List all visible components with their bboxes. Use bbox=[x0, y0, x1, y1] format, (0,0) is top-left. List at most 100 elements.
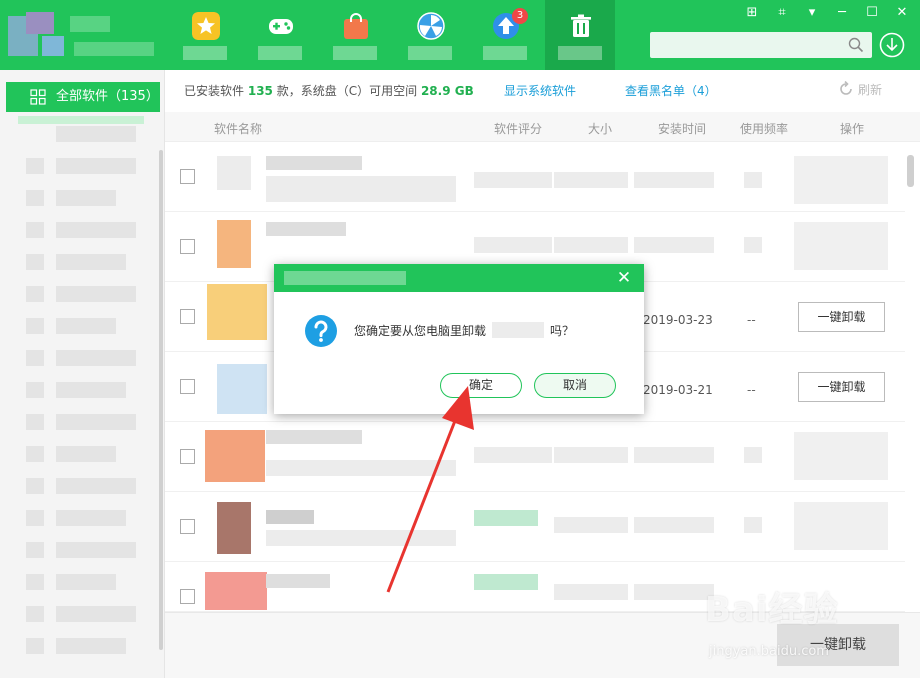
app-date bbox=[634, 172, 714, 188]
row-checkbox[interactable] bbox=[180, 449, 195, 464]
app-rating bbox=[474, 574, 538, 590]
watermark-main: Bai经验 bbox=[705, 590, 839, 630]
view-blacklist-link[interactable]: 查看黑名单（4） bbox=[625, 82, 717, 99]
uninstall-button[interactable]: 一键卸载 bbox=[798, 372, 885, 402]
install-summary: 已安装软件 135 款，系统盘（C）可用空间 28.9 GB bbox=[184, 84, 474, 98]
app-rating bbox=[474, 172, 552, 188]
app-rating bbox=[474, 237, 552, 253]
app-icon bbox=[205, 572, 267, 610]
col-action: 操作 bbox=[840, 122, 865, 136]
app-size bbox=[554, 584, 628, 600]
cancel-button[interactable]: 取消 bbox=[534, 373, 616, 398]
col-rating[interactable]: 软件评分 bbox=[494, 120, 542, 137]
close-window-icon[interactable]: ✕ bbox=[892, 4, 912, 22]
nav-label bbox=[558, 46, 602, 60]
question-icon bbox=[305, 315, 337, 347]
app-icon bbox=[217, 220, 251, 268]
app-freq bbox=[744, 517, 762, 533]
update-count-badge: 3 bbox=[512, 8, 528, 24]
sidebar-item-label: 全部软件（135） bbox=[56, 89, 159, 104]
app-icon bbox=[207, 284, 267, 340]
row-action[interactable] bbox=[794, 222, 888, 270]
gamepad-icon bbox=[269, 19, 293, 34]
skin-icon[interactable]: ⊞ bbox=[742, 4, 762, 22]
col-name[interactable]: 软件名称 bbox=[214, 120, 262, 137]
close-icon[interactable]: ✕ bbox=[614, 268, 634, 288]
app-icon bbox=[217, 156, 251, 190]
app-icon bbox=[217, 502, 251, 554]
dialog-header: ✕ bbox=[274, 264, 644, 292]
watermark-url: jingyan.baidu.com bbox=[709, 644, 829, 659]
nav-uninstall[interactable] bbox=[545, 0, 615, 70]
uninstall-button[interactable]: 一键卸载 bbox=[798, 302, 885, 332]
shopping-bag-icon bbox=[344, 13, 368, 39]
dialog-message: 您确定要从您电脑里卸载 吗？ bbox=[354, 322, 575, 338]
trash-icon bbox=[571, 14, 591, 37]
app-icon bbox=[205, 430, 265, 482]
download-icon[interactable] bbox=[879, 32, 905, 58]
app-rating bbox=[474, 510, 538, 526]
free-space: 28.9 GB bbox=[420, 84, 474, 98]
app-freq bbox=[744, 447, 762, 463]
app-rating bbox=[474, 447, 552, 463]
table-row bbox=[165, 142, 905, 212]
nav-recommend[interactable] bbox=[170, 0, 240, 70]
install-date: 2019-03-23 bbox=[643, 313, 713, 327]
row-action[interactable] bbox=[794, 156, 888, 204]
col-size[interactable]: 大小 bbox=[588, 120, 612, 137]
app-date bbox=[634, 584, 714, 600]
col-frequency[interactable]: 使用频率 bbox=[740, 120, 788, 137]
table-header: 软件名称 软件评分 大小 安装时间 使用频率 操作 bbox=[165, 112, 920, 142]
app-date bbox=[634, 237, 714, 253]
row-action[interactable] bbox=[794, 432, 888, 480]
nav-label bbox=[483, 46, 527, 60]
search-input[interactable] bbox=[650, 32, 840, 58]
nav-store[interactable] bbox=[320, 0, 390, 70]
maximize-icon[interactable]: ☐ bbox=[862, 4, 882, 22]
top-toolbar: 3 ⊞ ⌗ ▾ ─ ☐ ✕ bbox=[0, 0, 920, 70]
app-size bbox=[554, 447, 628, 463]
row-checkbox[interactable] bbox=[180, 519, 195, 534]
sidebar-highlight bbox=[18, 116, 144, 124]
app-name bbox=[266, 574, 330, 588]
row-checkbox[interactable] bbox=[180, 379, 195, 394]
app-name bbox=[266, 222, 346, 236]
baidu-watermark: Bai经验 jingyan.baidu.com bbox=[705, 578, 915, 676]
row-action[interactable] bbox=[794, 502, 888, 550]
minimize-icon[interactable]: ─ bbox=[832, 4, 852, 22]
nav-games[interactable] bbox=[245, 0, 315, 70]
nav-label bbox=[408, 46, 452, 60]
nav-cleanup[interactable] bbox=[395, 0, 465, 70]
nav-update[interactable]: 3 bbox=[470, 0, 540, 70]
usage-frequency: -- bbox=[747, 313, 756, 327]
install-date: 2019-03-21 bbox=[643, 383, 713, 397]
app-size bbox=[554, 517, 628, 533]
app-name bbox=[266, 156, 362, 170]
app-logo bbox=[8, 12, 158, 60]
list-scrollbar[interactable] bbox=[907, 155, 914, 187]
col-install-time[interactable]: 安装时间 bbox=[658, 120, 706, 137]
app-name bbox=[266, 430, 362, 444]
search-icon[interactable] bbox=[848, 37, 864, 53]
fan-icon bbox=[417, 12, 445, 40]
row-checkbox[interactable] bbox=[180, 169, 195, 184]
app-date bbox=[634, 517, 714, 533]
show-system-software-link[interactable]: 显示系统软件 bbox=[504, 82, 576, 99]
sidebar-item-all-software[interactable]: 全部软件（135） bbox=[6, 82, 160, 112]
annotation-arrow bbox=[386, 386, 474, 593]
usage-frequency: -- bbox=[747, 383, 756, 397]
refresh-button[interactable]: 刷新 bbox=[838, 81, 882, 98]
scan-qr-icon[interactable]: ⌗ bbox=[772, 4, 792, 22]
window-controls: ⊞ ⌗ ▾ ─ ☐ ✕ bbox=[742, 4, 912, 22]
row-checkbox[interactable] bbox=[180, 589, 195, 604]
app-freq bbox=[744, 172, 762, 188]
app-icon bbox=[217, 364, 267, 414]
row-checkbox[interactable] bbox=[180, 309, 195, 324]
sidebar-scrollbar[interactable] bbox=[159, 150, 163, 650]
software-name bbox=[492, 322, 545, 338]
app-date bbox=[634, 447, 714, 463]
app-desc bbox=[266, 176, 456, 202]
menu-dropdown-icon[interactable]: ▾ bbox=[802, 4, 822, 22]
dialog-title bbox=[284, 271, 406, 285]
row-checkbox[interactable] bbox=[180, 239, 195, 254]
